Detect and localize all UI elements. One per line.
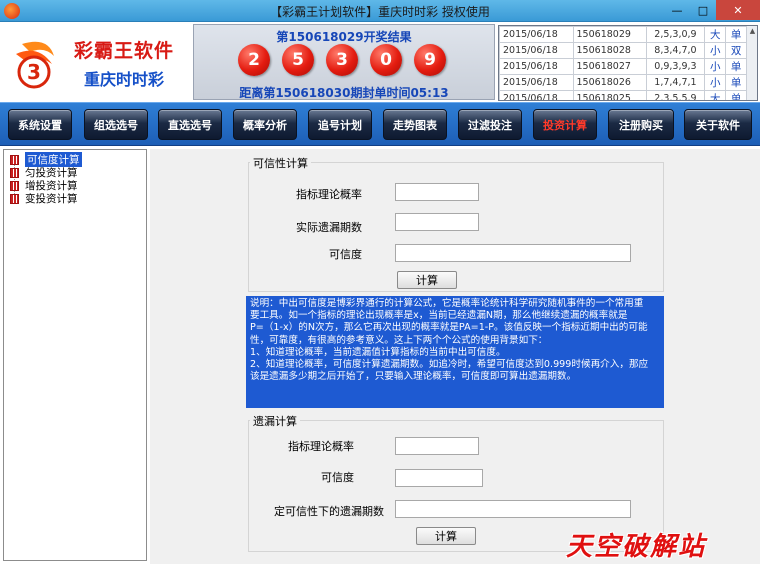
description-line: 要工具。如一个指标的理论出现概率是x，当前已经遗漏N期，那么他继续遗漏的概率就是 bbox=[250, 310, 628, 322]
theoretical-prob-input[interactable] bbox=[395, 183, 479, 201]
history-numbers: 1,7,4,7,1 bbox=[645, 74, 706, 91]
system-settings-button[interactable]: 系统设置 bbox=[8, 109, 72, 140]
logo-icon: 3 bbox=[16, 41, 54, 89]
probability-analysis-button[interactable]: 概率分析 bbox=[233, 109, 297, 140]
scroll-up-icon[interactable]: ▲ bbox=[747, 26, 757, 37]
description-line: P=（1-x）的N次方，那么它再次出现的概率就是PA=1-P。该值反映一个指标近… bbox=[250, 322, 648, 334]
history-scrollbar[interactable]: ▲ bbox=[746, 26, 757, 100]
tree-node-icon bbox=[10, 180, 19, 191]
omission-credibility-input[interactable] bbox=[395, 469, 483, 487]
omission-credibility-label: 可信度 bbox=[321, 471, 354, 484]
draw-title: 第150618029开奖结果 bbox=[276, 30, 412, 44]
table-row[interactable]: 2015/06/18 150618025 2,3,5,5,9 大 单 bbox=[499, 90, 747, 100]
missed-periods-input[interactable] bbox=[395, 213, 479, 231]
omission-periods-label: 定可信性下的遗漏期数 bbox=[274, 505, 384, 518]
maximize-button[interactable]: □ bbox=[690, 0, 716, 20]
history-parity: 单 bbox=[725, 58, 747, 75]
close-button[interactable]: ✕ bbox=[716, 0, 760, 20]
title-bar[interactable]: 【彩霸王计划软件】重庆时时彩 授权使用 — □ ✕ bbox=[0, 0, 760, 22]
history-date: 2015/06/18 bbox=[499, 42, 574, 59]
history-size: 大 bbox=[704, 90, 727, 100]
description-panel: 说明：中出可信度是博彩界通行的计算公式，它是概率论统计科学研究随机事件的一个常用… bbox=[246, 296, 664, 408]
omission-periods-output[interactable] bbox=[395, 500, 631, 518]
draw-result-panel: 第150618029开奖结果 2 5 3 0 9 距离第150618030期封单… bbox=[193, 24, 495, 100]
history-date: 2015/06/18 bbox=[499, 74, 574, 91]
history-date: 2015/06/18 bbox=[499, 26, 574, 43]
omission-prob-input[interactable] bbox=[395, 437, 479, 455]
table-row[interactable]: 2015/06/18 150618027 0,9,3,9,3 小 单 bbox=[499, 58, 747, 75]
chase-plan-button[interactable]: 追号计划 bbox=[308, 109, 372, 140]
draw-ball: 3 bbox=[326, 44, 358, 76]
table-row[interactable]: 2015/06/18 150618028 8,3,4,7,0 小 双 bbox=[499, 42, 747, 59]
history-parity: 单 bbox=[725, 74, 747, 91]
calc-credibility-button[interactable]: 计算 bbox=[397, 271, 457, 289]
watermark: 天空破解站 bbox=[566, 532, 707, 562]
direct-select-button[interactable]: 直选选号 bbox=[158, 109, 222, 140]
history-size: 小 bbox=[704, 42, 727, 59]
trend-chart-button[interactable]: 走势图表 bbox=[383, 109, 447, 140]
history-size: 小 bbox=[704, 58, 727, 75]
tree-item-variable-investment[interactable]: 变投资计算 bbox=[10, 192, 78, 205]
missed-periods-label: 实际遗漏期数 bbox=[296, 221, 362, 234]
history-list[interactable]: 2015/06/18 150618029 2,5,3,0,9 大 单 2015/… bbox=[498, 25, 758, 101]
history-numbers: 8,3,4,7,0 bbox=[645, 42, 706, 59]
history-parity: 双 bbox=[725, 42, 747, 59]
brand-name: 彩霸王软件 bbox=[74, 40, 175, 62]
tree-node-icon bbox=[10, 154, 19, 165]
tree-item-label: 变投资计算 bbox=[25, 193, 78, 205]
window-title: 【彩霸王计划软件】重庆时时彩 授权使用 bbox=[270, 5, 490, 19]
register-buy-button[interactable]: 注册购买 bbox=[608, 109, 674, 140]
draw-ball: 2 bbox=[238, 44, 270, 76]
draw-balls: 2 5 3 0 9 bbox=[238, 44, 446, 76]
history-size: 小 bbox=[704, 74, 727, 91]
description-line: 性，可靠度，有很高的参考意义。这上下两个个公式的使用背景如下： bbox=[250, 334, 548, 346]
calc-omission-button[interactable]: 计算 bbox=[416, 527, 476, 545]
credibility-group-title: 可信性计算 bbox=[250, 155, 311, 171]
brand-subtitle: 重庆时时彩 bbox=[84, 70, 165, 89]
draw-ball: 9 bbox=[414, 44, 446, 76]
omission-group-title: 遗漏计算 bbox=[250, 413, 300, 429]
window-controls: — □ ✕ bbox=[664, 0, 760, 20]
main-toolbar: 系统设置 组选选号 直选选号 概率分析 追号计划 走势图表 过滤投注 投资计算 … bbox=[0, 102, 760, 146]
description-line: 该是遗漏多少期之后开始了，只要输入理论概率，可信度即可算出遗漏期数。 bbox=[250, 371, 577, 383]
history-size: 大 bbox=[704, 26, 727, 43]
description-line: 2、知道理论概率，可信度计算遗漏期数。如追冷时，希望可信度达到0.999时候再介… bbox=[250, 359, 649, 371]
history-parity: 单 bbox=[725, 90, 747, 100]
draw-ball: 5 bbox=[282, 44, 314, 76]
draw-ball: 0 bbox=[370, 44, 402, 76]
history-issue: 150618027 bbox=[572, 58, 647, 75]
credibility-label: 可信度 bbox=[329, 248, 362, 261]
history-numbers: 2,3,5,5,9 bbox=[645, 90, 706, 100]
about-button[interactable]: 关于软件 bbox=[684, 109, 752, 140]
history-issue: 150618028 bbox=[572, 42, 647, 59]
credibility-output[interactable] bbox=[395, 244, 631, 262]
history-issue: 150618029 bbox=[572, 26, 647, 43]
group-select-button[interactable]: 组选选号 bbox=[84, 109, 148, 140]
history-parity: 单 bbox=[725, 26, 747, 43]
history-issue: 150618026 bbox=[572, 74, 647, 91]
countdown-text: 距离第150618030期封单时间05:13 bbox=[239, 86, 449, 100]
description-line: 说明：中出可信度是博彩界通行的计算公式，它是概率论统计科学研究随机事件的一个常用… bbox=[250, 298, 644, 309]
history-numbers: 2,5,3,0,9 bbox=[645, 26, 706, 43]
prob-label: 指标理论概率 bbox=[296, 188, 362, 201]
investment-calc-button[interactable]: 投资计算 bbox=[533, 109, 597, 140]
history-table: 2015/06/18 150618029 2,5,3,0,9 大 单 2015/… bbox=[499, 26, 747, 100]
history-issue: 150618025 bbox=[572, 90, 647, 100]
svg-text:3: 3 bbox=[27, 60, 41, 84]
omission-prob-label: 指标理论概率 bbox=[288, 440, 354, 453]
table-row[interactable]: 2015/06/18 150618026 1,7,4,7,1 小 单 bbox=[499, 74, 747, 91]
calc-tree: 可信度计算 匀投资计算 增投资计算 变投资计算 bbox=[3, 149, 147, 561]
table-row[interactable]: 2015/06/18 150618029 2,5,3,0,9 大 单 bbox=[499, 26, 747, 43]
header: 3 彩霸王软件 重庆时时彩 第150618029开奖结果 2 5 3 0 9 距… bbox=[0, 22, 760, 102]
tree-node-icon bbox=[10, 193, 19, 204]
tree-node-icon bbox=[10, 167, 19, 178]
history-date: 2015/06/18 bbox=[499, 90, 574, 100]
filter-bet-button[interactable]: 过滤投注 bbox=[458, 109, 522, 140]
description-line: 1、知道理论概率，当前遗漏值计算指标的当前中出可信度。 bbox=[250, 346, 506, 358]
history-date: 2015/06/18 bbox=[499, 58, 574, 75]
history-numbers: 0,9,3,9,3 bbox=[645, 58, 706, 75]
minimize-button[interactable]: — bbox=[664, 0, 690, 20]
